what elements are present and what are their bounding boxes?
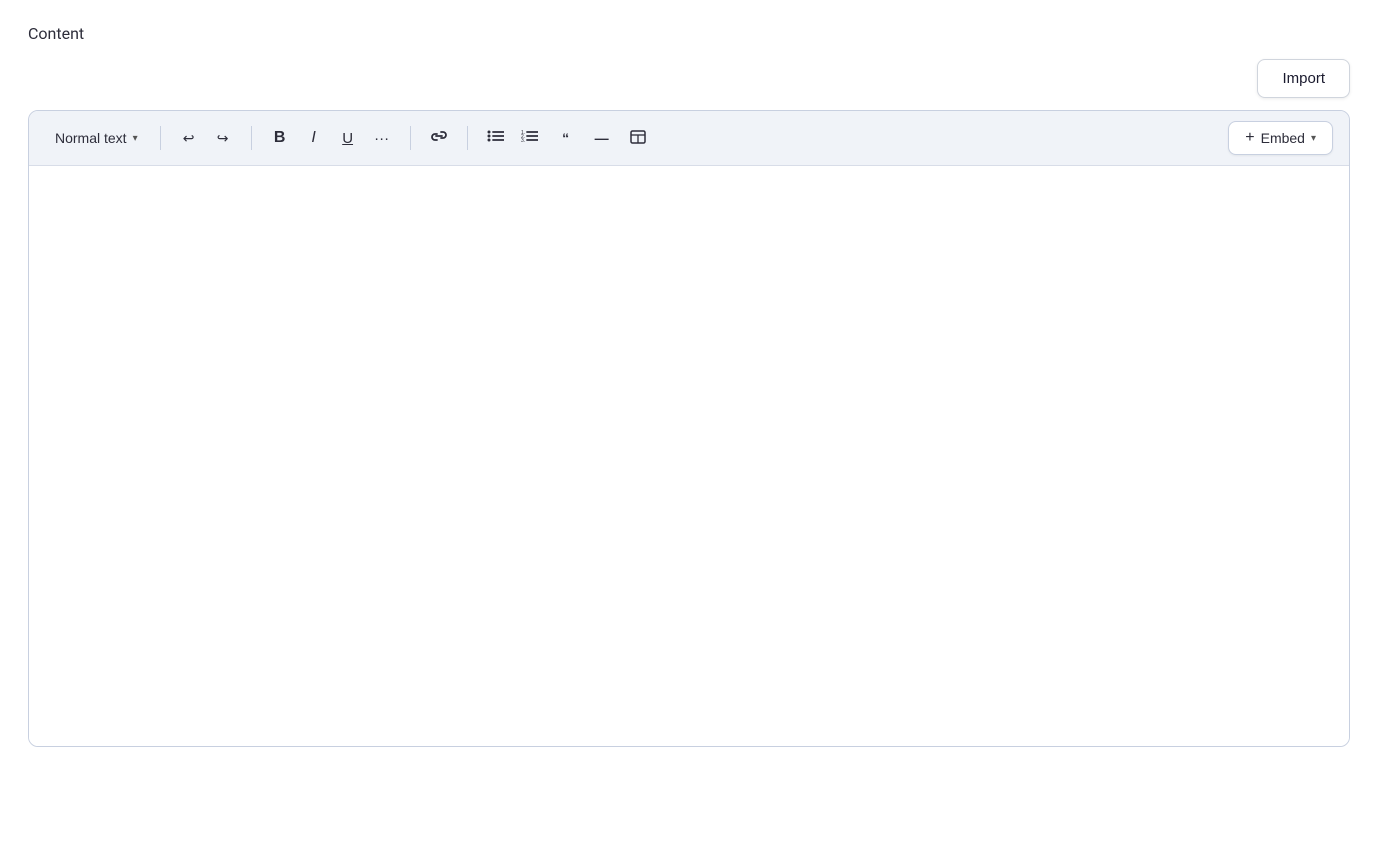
text-style-dropdown[interactable]: Normal text ▾	[45, 125, 148, 151]
chevron-down-icon: ▾	[133, 133, 138, 144]
ordered-list-button[interactable]: 1. 2. 3.	[514, 122, 546, 154]
ordered-list-icon: 1. 2. 3.	[521, 129, 538, 147]
import-button[interactable]: Import	[1257, 59, 1350, 98]
bullet-list-icon	[487, 129, 504, 147]
link-icon	[430, 129, 448, 147]
undo-button[interactable]: ↩	[173, 122, 205, 154]
redo-button[interactable]: ↪	[207, 122, 239, 154]
toolbar: Normal text ▾ ↩ ↪ B I U ···	[29, 111, 1349, 166]
plus-icon: +	[1245, 129, 1254, 147]
editor-container: Normal text ▾ ↩ ↪ B I U ···	[28, 110, 1350, 747]
table-button[interactable]	[622, 122, 654, 154]
hr-button[interactable]: —	[586, 122, 618, 154]
toolbar-divider-2	[251, 126, 252, 150]
embed-chevron-icon: ▾	[1311, 133, 1316, 144]
text-style-label: Normal text	[55, 130, 127, 146]
editor-content-area[interactable]	[29, 166, 1349, 746]
page-title: Content	[28, 24, 1350, 43]
table-icon	[630, 130, 646, 147]
toolbar-divider-1	[160, 126, 161, 150]
italic-button[interactable]: I	[298, 122, 330, 154]
bold-button[interactable]: B	[264, 122, 296, 154]
import-row: Import	[28, 59, 1350, 98]
underline-button[interactable]: U	[332, 122, 364, 154]
toolbar-divider-4	[467, 126, 468, 150]
svg-text:3.: 3.	[521, 138, 525, 143]
list-group: 1. 2. 3.	[480, 122, 546, 154]
more-icon: ···	[374, 130, 389, 147]
redo-icon: ↪	[217, 130, 229, 147]
link-button[interactable]	[423, 122, 455, 154]
embed-label: Embed	[1261, 130, 1305, 146]
more-formatting-button[interactable]: ···	[366, 122, 398, 154]
page-container: Content Import Normal text ▾ ↩ ↪	[0, 0, 1378, 771]
history-group: ↩ ↪	[173, 122, 239, 154]
hr-icon: —	[595, 130, 609, 146]
formatting-group: B I U ···	[264, 122, 398, 154]
quote-icon: “	[562, 130, 569, 146]
undo-icon: ↩	[183, 130, 195, 147]
bullet-list-button[interactable]	[480, 122, 512, 154]
embed-button[interactable]: + Embed ▾	[1228, 121, 1333, 155]
toolbar-divider-3	[410, 126, 411, 150]
quote-button[interactable]: “	[550, 122, 582, 154]
